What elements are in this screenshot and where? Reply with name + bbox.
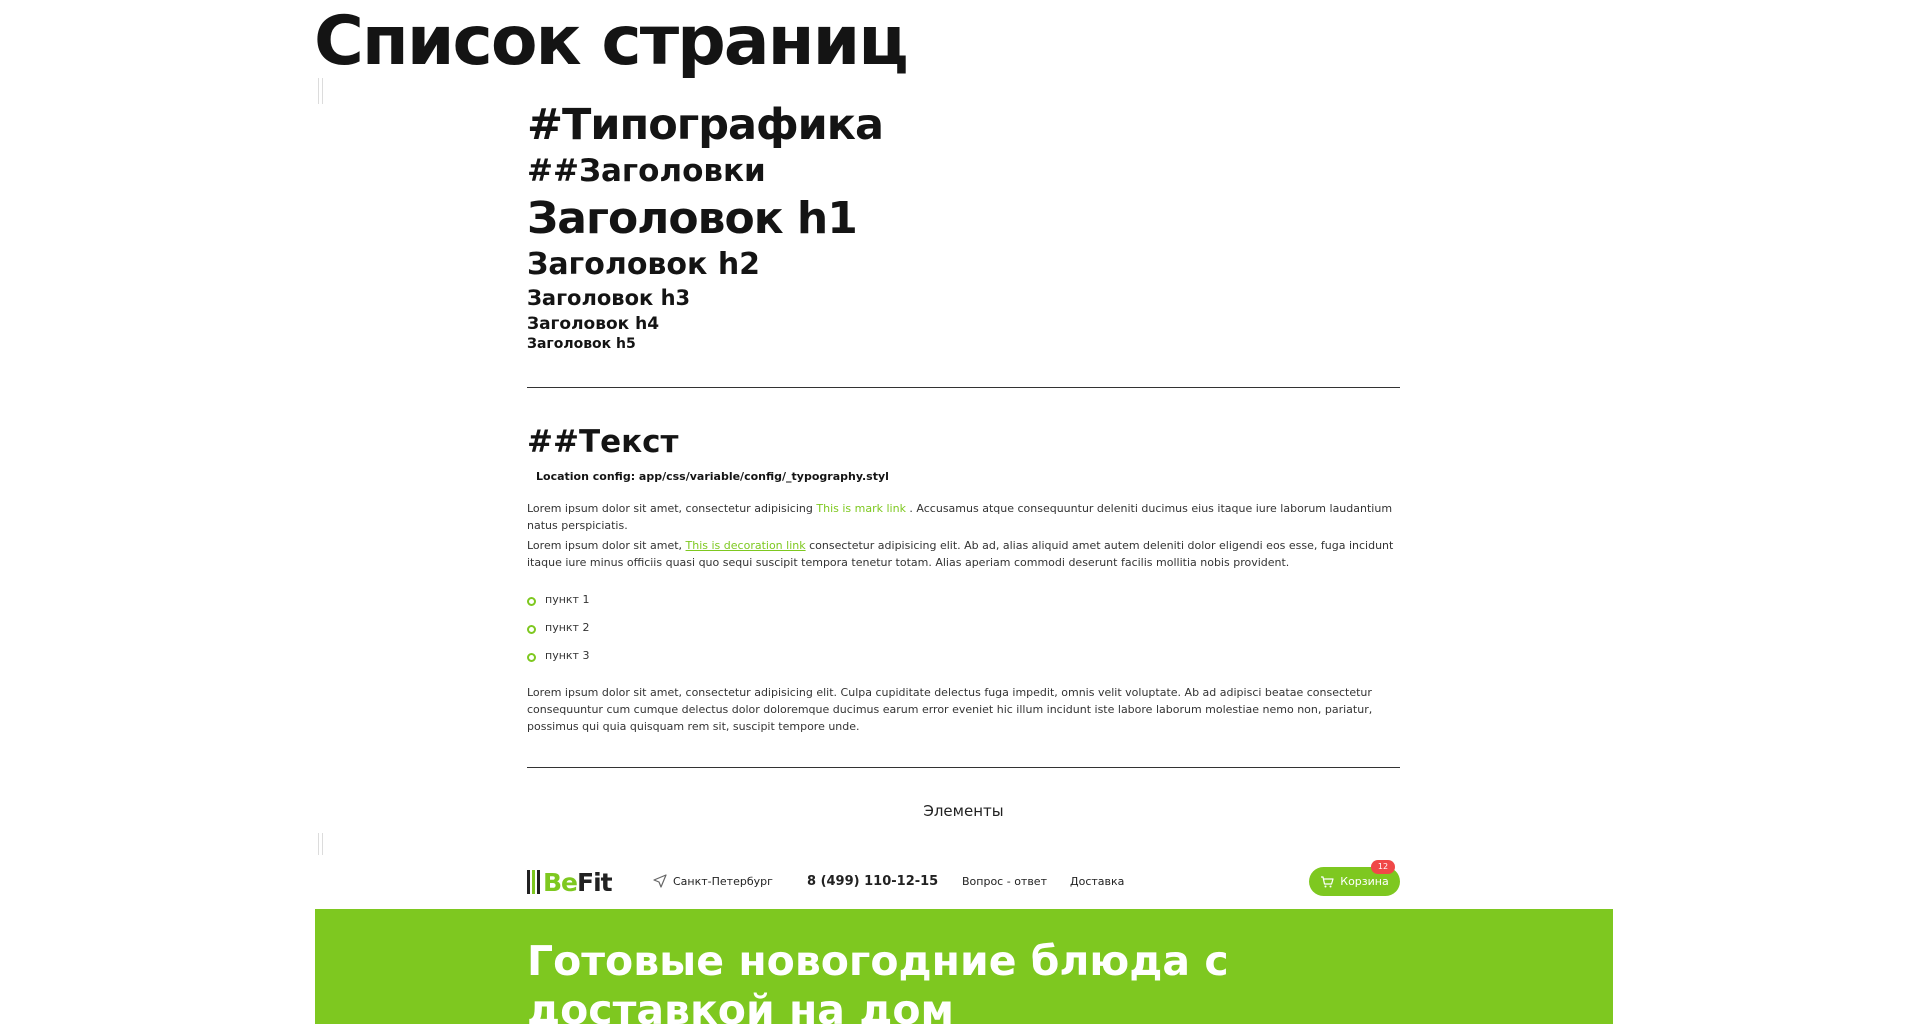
list-item-label: пункт 1 (545, 593, 590, 606)
heading-h1-sample: Заголовок h1 (527, 193, 858, 244)
headings-section-title: ##Заголовки (527, 153, 766, 189)
circle-bullet-icon (527, 653, 536, 662)
mark-link[interactable]: This is mark link (816, 502, 906, 515)
site-logo[interactable]: BeFit (527, 867, 613, 897)
typography-title: #Типографика (527, 100, 884, 150)
paragraph-decoration-link: Lorem ipsum dolor sit amet, This is deco… (527, 537, 1400, 571)
location-arrow-icon (653, 874, 667, 888)
heading-h5-sample: Заголовок h5 (527, 336, 636, 352)
list-item-label: пункт 3 (545, 649, 590, 662)
heading-h4-sample: Заголовок h4 (527, 314, 660, 334)
logo-be: Be (543, 867, 578, 897)
list-item: пункт 1 (527, 590, 589, 618)
site-header: BeFit Санкт-Петербург 8 (499) 110-12-15 … (527, 860, 1400, 900)
page-title: Список страниц (314, 2, 909, 81)
nav-delivery-link[interactable]: Доставка (1070, 875, 1124, 888)
list-item: пункт 2 (527, 618, 589, 646)
hero-banner: Готовые новогодние блюда с доставкой на … (315, 909, 1613, 1024)
section-divider (527, 767, 1400, 768)
hero-title: Готовые новогодние блюда с доставкой на … (527, 937, 1229, 1024)
heading-h2-sample: Заголовок h2 (527, 247, 761, 282)
logo-text: BeFit (543, 867, 613, 897)
paragraph-text: Lorem ipsum dolor sit amet, consectetur … (527, 502, 817, 515)
city-label: Санкт-Петербург (673, 874, 773, 888)
fork-knife-logo-icon (527, 870, 540, 894)
phone-number[interactable]: 8 (499) 110-12-15 (807, 874, 938, 889)
drag-handle-icon[interactable] (318, 833, 323, 855)
elements-caption: Элементы (923, 802, 1004, 820)
paragraph-mark-link: Lorem ipsum dolor sit amet, consectetur … (527, 500, 1400, 534)
heading-h3-sample: Заголовок h3 (527, 286, 691, 310)
logo-fit: Fit (577, 867, 613, 897)
drag-handle-icon[interactable] (318, 78, 323, 104)
cart-icon (1321, 875, 1334, 887)
circle-bullet-icon (527, 625, 536, 634)
text-section-title: ##Текст (527, 424, 679, 460)
cart-label: Корзина (1340, 875, 1389, 888)
bullet-list: пункт 1 пункт 2 пункт 3 (527, 590, 589, 674)
page: Список страниц #Типографика ##Заголовки … (0, 0, 1920, 1024)
cart-button[interactable]: Корзина 12 (1309, 860, 1400, 896)
list-item: пункт 3 (527, 646, 589, 674)
paragraph-text: Lorem ipsum dolor sit amet, (527, 539, 686, 552)
city-selector[interactable]: Санкт-Петербург (653, 874, 773, 888)
decoration-link[interactable]: This is decoration link (686, 539, 806, 552)
list-item-label: пункт 2 (545, 621, 590, 634)
circle-bullet-icon (527, 597, 536, 606)
nav-faq-link[interactable]: Вопрос - ответ (962, 875, 1047, 888)
paragraph-lorem: Lorem ipsum dolor sit amet, consectetur … (527, 686, 1373, 733)
section-divider (527, 387, 1400, 388)
cart-count-badge: 12 (1371, 860, 1395, 874)
config-path: Location config: app/css/variable/config… (536, 470, 889, 483)
